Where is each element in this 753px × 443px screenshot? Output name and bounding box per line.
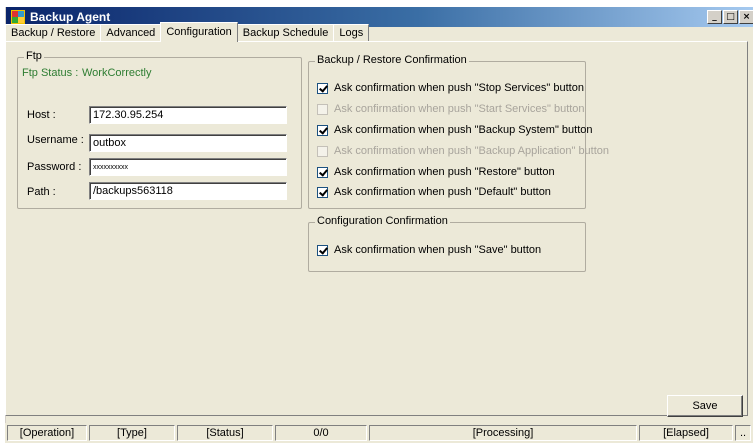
confirm-default-checkbox[interactable]: Ask confirmation when push "Default" but… bbox=[317, 186, 551, 198]
checkbox-label: Ask confirmation when push "Save" button bbox=[334, 244, 542, 256]
close-button[interactable]: × bbox=[739, 10, 753, 24]
confirm-save-checkbox[interactable]: Ask confirmation when push "Save" button bbox=[317, 244, 541, 256]
checkbox-label: Ask confirmation when push "Default" but… bbox=[334, 186, 551, 198]
path-label: Path : bbox=[27, 186, 56, 198]
path-input[interactable] bbox=[89, 182, 287, 200]
tab-advanced[interactable]: Advanced bbox=[100, 24, 162, 42]
username-label: Username : bbox=[27, 134, 84, 146]
host-input[interactable] bbox=[89, 106, 287, 124]
password-input[interactable] bbox=[89, 158, 287, 176]
ftp-status-label: Ftp Status : bbox=[22, 67, 79, 79]
ftp-group-title: Ftp bbox=[24, 50, 44, 62]
checkbox-label: Ask confirmation when push "Restore" but… bbox=[334, 166, 555, 178]
minimize-button[interactable]: _ bbox=[707, 10, 722, 24]
save-button[interactable]: Save bbox=[667, 395, 743, 417]
status-type: [Type] bbox=[89, 425, 175, 441]
ftp-status-value: WorkCorrectly bbox=[82, 67, 152, 79]
maximize-button[interactable]: □ bbox=[723, 10, 738, 24]
status-processing: [Processing] bbox=[369, 425, 637, 441]
configuration-confirmation-group: Configuration Confirmation Ask confirmat… bbox=[308, 215, 586, 272]
window-controls: _ □ × bbox=[707, 10, 753, 24]
tab-strip: Backup / Restore Advanced Configuration … bbox=[5, 22, 370, 42]
tab-backup-schedule[interactable]: Backup Schedule bbox=[236, 24, 335, 42]
checkbox-box[interactable] bbox=[317, 103, 328, 115]
confirm-stop-services-checkbox[interactable]: Ask confirmation when push "Stop Service… bbox=[317, 82, 584, 94]
backup-restore-confirmation-title: Backup / Restore Confirmation bbox=[315, 54, 469, 66]
checkbox-label: Ask confirmation when push "Backup Syste… bbox=[334, 124, 593, 136]
checkbox-box[interactable] bbox=[317, 186, 328, 198]
checkbox-box[interactable] bbox=[317, 124, 328, 136]
tab-logs[interactable]: Logs bbox=[333, 24, 370, 42]
status-elapsed: [Elapsed] bbox=[639, 425, 733, 441]
checkbox-label: Ask confirmation when push "Stop Service… bbox=[334, 82, 584, 94]
status-bar: [Operation] [Type] [Status] 0/0 [Process… bbox=[5, 423, 753, 443]
backup-restore-confirmation-group: Backup / Restore Confirmation Ask confir… bbox=[308, 54, 609, 209]
status-status: [Status] bbox=[177, 425, 273, 441]
confirm-backup-system-checkbox[interactable]: Ask confirmation when push "Backup Syste… bbox=[317, 124, 593, 136]
password-label: Password : bbox=[27, 161, 82, 173]
checkbox-box[interactable] bbox=[317, 145, 328, 157]
tab-configuration[interactable]: Configuration bbox=[160, 22, 238, 42]
tab-backup-restore[interactable]: Backup / Restore bbox=[5, 24, 102, 42]
status-operation: [Operation] bbox=[7, 425, 87, 441]
checkbox-box[interactable] bbox=[317, 82, 328, 94]
confirm-restore-checkbox[interactable]: Ask confirmation when push "Restore" but… bbox=[317, 166, 555, 178]
status-extra: .. bbox=[735, 425, 751, 441]
status-count: 0/0 bbox=[275, 425, 367, 441]
host-label: Host : bbox=[27, 109, 56, 121]
confirm-start-services-checkbox[interactable]: Ask confirmation when push "Start Servic… bbox=[317, 103, 585, 115]
checkbox-box[interactable] bbox=[317, 166, 328, 178]
checkbox-label: Ask confirmation when push "Backup Appli… bbox=[334, 145, 610, 157]
configuration-confirmation-title: Configuration Confirmation bbox=[315, 215, 450, 227]
ftp-group: Ftp Ftp Status : WorkCorrectly Host : Us… bbox=[17, 50, 302, 209]
confirm-backup-application-checkbox[interactable]: Ask confirmation when push "Backup Appli… bbox=[317, 145, 609, 157]
checkbox-label: Ask confirmation when push "Start Servic… bbox=[334, 103, 585, 115]
username-input[interactable] bbox=[89, 134, 287, 152]
checkbox-box[interactable] bbox=[317, 244, 328, 256]
